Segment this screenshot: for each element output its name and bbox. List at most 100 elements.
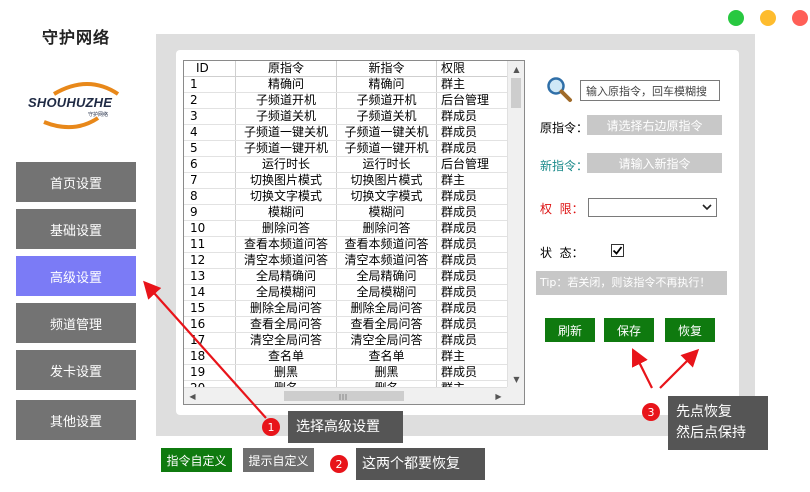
sidebar-item-basic[interactable]: 基础设置 bbox=[16, 209, 136, 249]
save-button[interactable]: 保存 bbox=[604, 318, 654, 342]
window-close-button[interactable] bbox=[728, 10, 744, 26]
table-row[interactable]: 12 清空本频道问答 清空本频道问答 群成员 bbox=[184, 253, 508, 269]
table-row[interactable]: 1 精确问 精确问 群主 bbox=[184, 77, 508, 93]
table-row[interactable]: 18 查名单 查名单 群主 bbox=[184, 349, 508, 365]
cell-id: 2 bbox=[184, 93, 236, 108]
cell-original: 全局精确问 bbox=[236, 269, 337, 284]
sidebar-item-card[interactable]: 发卡设置 bbox=[16, 350, 136, 390]
cell-id: 4 bbox=[184, 125, 236, 140]
table-row[interactable]: 7 切换图片模式 切换图片模式 群主 bbox=[184, 173, 508, 189]
step-3-badge: 3 bbox=[642, 403, 660, 421]
status-label: 状 态： bbox=[540, 246, 584, 260]
vertical-scrollbar[interactable]: ▲ ▼ bbox=[507, 61, 524, 388]
window-maximize-button[interactable] bbox=[792, 10, 808, 26]
cell-original: 全局模糊问 bbox=[236, 285, 337, 300]
scroll-left-icon[interactable]: ◀ bbox=[184, 388, 201, 404]
sidebar-item-home[interactable]: 首页设置 bbox=[16, 162, 136, 202]
table-row[interactable]: 9 模糊问 模糊问 群成员 bbox=[184, 205, 508, 221]
search-input[interactable]: 输入原指令，回车模糊搜 bbox=[580, 80, 720, 101]
scroll-corner bbox=[507, 387, 524, 404]
cell-new: 查名单 bbox=[337, 349, 437, 364]
cell-permission: 群成员 bbox=[437, 109, 508, 124]
search-icon[interactable] bbox=[545, 75, 573, 103]
cell-new: 精确问 bbox=[337, 77, 437, 92]
horizontal-scrollbar[interactable]: ◀ ▶ bbox=[184, 387, 507, 404]
cell-id: 13 bbox=[184, 269, 236, 284]
cell-permission: 群成员 bbox=[437, 189, 508, 204]
cell-permission: 群成员 bbox=[437, 269, 508, 284]
column-header-permission[interactable]: 权限 bbox=[437, 61, 508, 76]
column-header-id[interactable]: ID bbox=[184, 61, 236, 76]
vertical-scroll-thumb[interactable] bbox=[511, 78, 521, 108]
status-checkbox[interactable] bbox=[611, 244, 624, 257]
cell-original: 切换图片模式 bbox=[236, 173, 337, 188]
cell-new: 删黑 bbox=[337, 365, 437, 380]
cell-original: 切换文字模式 bbox=[236, 189, 337, 204]
new-command-label: 新指令： bbox=[540, 159, 589, 173]
table-row[interactable]: 3 子频道关机 子频道关机 群成员 bbox=[184, 109, 508, 125]
scroll-down-icon[interactable]: ▼ bbox=[508, 371, 524, 388]
cell-permission: 群成员 bbox=[437, 205, 508, 220]
cell-permission: 群主 bbox=[437, 77, 508, 92]
sidebar-item-other[interactable]: 其他设置 bbox=[16, 400, 136, 440]
cell-id: 9 bbox=[184, 205, 236, 220]
horizontal-scroll-thumb[interactable] bbox=[284, 391, 404, 401]
table-row[interactable]: 10 删除问答 删除问答 群成员 bbox=[184, 221, 508, 237]
table-row[interactable]: 16 查看全局问答 查看全局问答 群成员 bbox=[184, 317, 508, 333]
step-2-badge: 2 bbox=[330, 455, 348, 473]
scroll-up-icon[interactable]: ▲ bbox=[508, 61, 524, 78]
cell-id: 5 bbox=[184, 141, 236, 156]
cell-new: 全局模糊问 bbox=[337, 285, 437, 300]
table-header: ID 原指令 新指令 权限 bbox=[184, 61, 508, 77]
column-header-original[interactable]: 原指令 bbox=[236, 61, 337, 76]
table-row[interactable]: 6 运行时长 运行时长 后台管理 bbox=[184, 157, 508, 173]
cell-permission: 群成员 bbox=[437, 141, 508, 156]
app-title: 守护网络 bbox=[42, 28, 111, 47]
table-row[interactable]: 19 删黑 删黑 群成员 bbox=[184, 365, 508, 381]
table-row[interactable]: 13 全局精确问 全局精确问 群成员 bbox=[184, 269, 508, 285]
cell-permission: 群成员 bbox=[437, 365, 508, 380]
sidebar-item-channel[interactable]: 频道管理 bbox=[16, 303, 136, 343]
table-row[interactable]: 8 切换文字模式 切换文字模式 群成员 bbox=[184, 189, 508, 205]
logo-text: SHOUHUZHE bbox=[28, 95, 113, 110]
refresh-button[interactable]: 刷新 bbox=[545, 318, 595, 342]
original-command-field[interactable]: 请选择右边原指令 bbox=[587, 115, 722, 135]
restore-button[interactable]: 恢复 bbox=[665, 318, 715, 342]
cell-id: 6 bbox=[184, 157, 236, 172]
scroll-right-icon[interactable]: ▶ bbox=[490, 388, 507, 404]
tip-text: Tip：若关闭，则该指令不再执行！ bbox=[536, 271, 727, 295]
table-row[interactable]: 4 子频道一键关机 子频道一键关机 群成员 bbox=[184, 125, 508, 141]
cell-id: 14 bbox=[184, 285, 236, 300]
custom-tip-button[interactable]: 提示自定义 bbox=[243, 448, 314, 472]
table-row[interactable]: 2 子频道开机 子频道开机 后台管理 bbox=[184, 93, 508, 109]
app-logo: SHOUHUZHE 守护网络 bbox=[28, 78, 126, 134]
table-row[interactable]: 14 全局模糊问 全局模糊问 群成员 bbox=[184, 285, 508, 301]
cell-permission: 群成员 bbox=[437, 237, 508, 252]
sidebar-item-advanced[interactable]: 高级设置 bbox=[16, 256, 136, 296]
column-header-new[interactable]: 新指令 bbox=[337, 61, 437, 76]
table-row[interactable]: 17 清空全局问答 清空全局问答 群成员 bbox=[184, 333, 508, 349]
cell-original: 子频道一键开机 bbox=[236, 141, 337, 156]
cell-id: 11 bbox=[184, 237, 236, 252]
step-2-callout: 这两个都要恢复 bbox=[356, 448, 485, 480]
cell-original: 精确问 bbox=[236, 77, 337, 92]
cell-permission: 群成员 bbox=[437, 317, 508, 332]
command-list[interactable]: ID 原指令 新指令 权限 1 精确问 精确问 群主 2 子频道开机 子频道开机 后台管理 3 子… bbox=[183, 60, 525, 405]
step-1-callout: 选择高级设置 bbox=[288, 411, 403, 443]
cell-id: 1 bbox=[184, 77, 236, 92]
table-row[interactable]: 11 查看本频道问答 查看本频道问答 群成员 bbox=[184, 237, 508, 253]
custom-command-button[interactable]: 指令自定义 bbox=[161, 448, 232, 472]
cell-original: 删黑 bbox=[236, 365, 337, 380]
cell-permission: 群主 bbox=[437, 349, 508, 364]
table-row[interactable]: 15 删除全局问答 删除全局问答 群成员 bbox=[184, 301, 508, 317]
cell-original: 清空全局问答 bbox=[236, 333, 337, 348]
permission-select[interactable] bbox=[588, 198, 717, 217]
cell-id: 7 bbox=[184, 173, 236, 188]
window-minimize-button[interactable] bbox=[760, 10, 776, 26]
cell-original: 子频道一键关机 bbox=[236, 125, 337, 140]
new-command-field[interactable]: 请输入新指令 bbox=[587, 153, 722, 173]
table-row[interactable]: 5 子频道一键开机 子频道一键开机 群成员 bbox=[184, 141, 508, 157]
cell-original: 子频道开机 bbox=[236, 93, 337, 108]
checkmark-icon bbox=[612, 246, 623, 255]
cell-permission: 群成员 bbox=[437, 221, 508, 236]
